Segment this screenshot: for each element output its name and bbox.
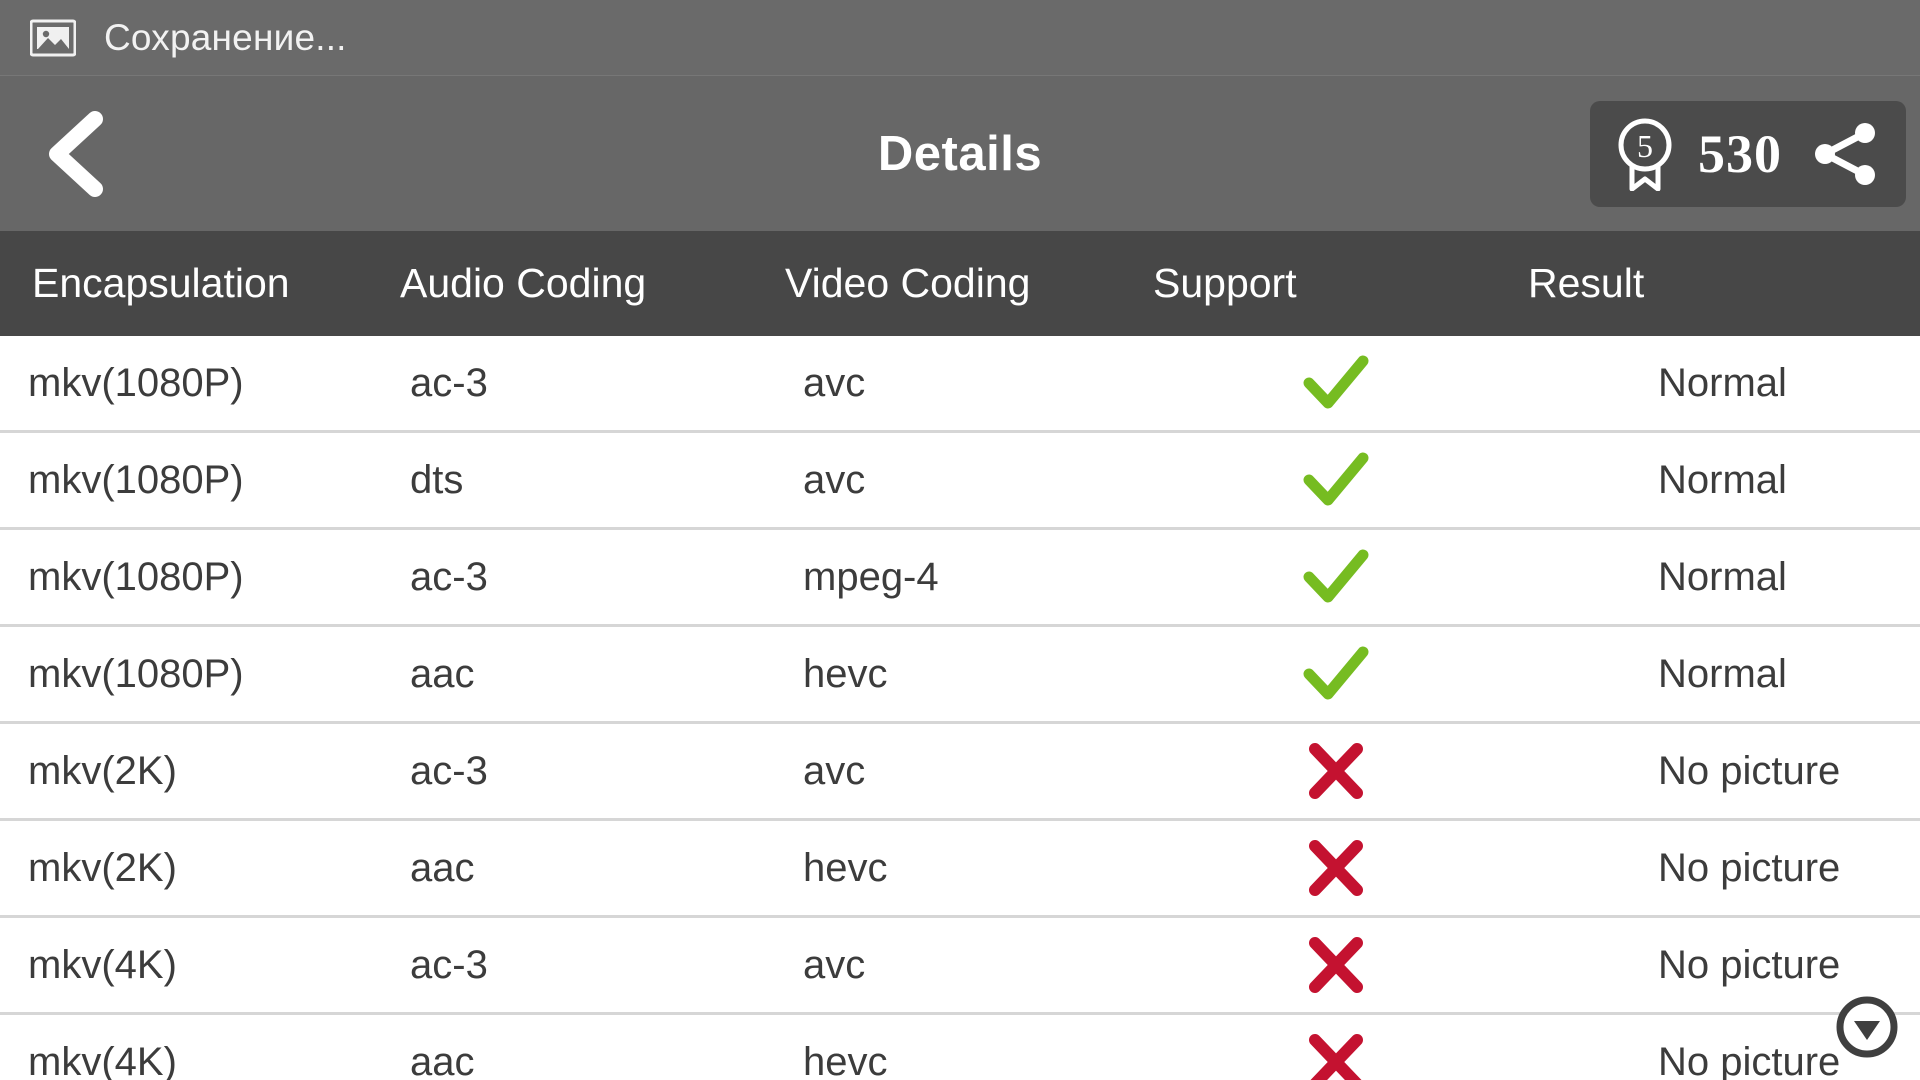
cell-support: [1153, 353, 1528, 413]
cell-support: [1153, 1032, 1528, 1080]
cell-result: No picture: [1528, 749, 1920, 794]
table-row[interactable]: mkv(2K)aachevc No picture: [0, 821, 1920, 918]
cell-result: Normal: [1528, 458, 1920, 503]
cell-video-coding: avc: [785, 749, 1153, 794]
cell-encapsulation: mkv(1080P): [0, 361, 400, 406]
svg-text:5: 5: [1637, 128, 1653, 164]
table-row[interactable]: mkv(4K)ac-3avc No picture: [0, 918, 1920, 1015]
cell-audio-coding: ac-3: [400, 361, 785, 406]
cell-audio-coding: aac: [400, 846, 785, 891]
check-icon: [1303, 353, 1369, 413]
image-icon: [30, 18, 76, 58]
table-row[interactable]: mkv(2K)ac-3avc No picture: [0, 724, 1920, 821]
check-icon: [1303, 450, 1369, 510]
cell-video-coding: avc: [785, 943, 1153, 988]
column-header-audio-coding: Audio Coding: [400, 260, 785, 307]
back-button[interactable]: [28, 106, 118, 202]
status-bar-text: Сохранение...: [104, 17, 347, 59]
cell-support: [1153, 644, 1528, 704]
table-header-row: Encapsulation Audio Coding Video Coding …: [0, 231, 1920, 336]
chevron-left-icon: [37, 109, 109, 199]
column-header-encapsulation: Encapsulation: [0, 260, 400, 307]
cell-result: Normal: [1528, 652, 1920, 697]
cell-video-coding: hevc: [785, 1040, 1153, 1080]
scroll-down-button[interactable]: [1836, 996, 1898, 1058]
table-body: mkv(1080P)ac-3avcNormalmkv(1080P)dtsavcN…: [0, 336, 1920, 1080]
cell-support: [1153, 741, 1528, 801]
table-row[interactable]: mkv(4K)aachevcNo picture: [0, 1015, 1920, 1080]
table-row[interactable]: mkv(1080P)ac-3mpeg-4 Normal: [0, 530, 1920, 627]
table-row[interactable]: mkv(1080P)aachevc Normal: [0, 627, 1920, 724]
award-ribbon-icon: 5: [1614, 117, 1676, 191]
cell-encapsulation: mkv(1080P): [0, 458, 400, 503]
status-bar: Сохранение...: [0, 0, 1920, 76]
score-panel[interactable]: 5 530: [1590, 101, 1906, 207]
cell-encapsulation: mkv(1080P): [0, 555, 400, 600]
score-value: 530: [1698, 123, 1782, 185]
cell-audio-coding: ac-3: [400, 555, 785, 600]
cell-video-coding: avc: [785, 458, 1153, 503]
cell-support: [1153, 935, 1528, 995]
table-row[interactable]: mkv(1080P)dtsavc Normal: [0, 433, 1920, 530]
cell-audio-coding: ac-3: [400, 749, 785, 794]
column-header-video-coding: Video Coding: [785, 260, 1153, 307]
cell-video-coding: hevc: [785, 846, 1153, 891]
cell-encapsulation: mkv(4K): [0, 943, 400, 988]
cell-encapsulation: mkv(4K): [0, 1040, 400, 1080]
action-bar: Details 5 530: [0, 76, 1920, 231]
cross-icon: [1303, 838, 1369, 898]
cross-icon: [1303, 1032, 1369, 1080]
cell-audio-coding: ac-3: [400, 943, 785, 988]
chevron-down-circle-icon: [1836, 996, 1898, 1058]
cell-video-coding: hevc: [785, 652, 1153, 697]
cross-icon: [1303, 935, 1369, 995]
details-screen: Сохранение... Details 5 530: [0, 0, 1920, 1080]
cell-video-coding: avc: [785, 361, 1153, 406]
cell-result: Normal: [1528, 555, 1920, 600]
cell-result: No picture: [1528, 846, 1920, 891]
cell-support: [1153, 838, 1528, 898]
check-icon: [1303, 547, 1369, 607]
cell-audio-coding: aac: [400, 652, 785, 697]
table-row[interactable]: mkv(1080P)ac-3avc Normal: [0, 336, 1920, 433]
cell-video-coding: mpeg-4: [785, 555, 1153, 600]
share-icon[interactable]: [1804, 122, 1880, 186]
cell-support: [1153, 450, 1528, 510]
cell-encapsulation: mkv(1080P): [0, 652, 400, 697]
cell-audio-coding: dts: [400, 458, 785, 503]
cell-audio-coding: aac: [400, 1040, 785, 1080]
cell-support: [1153, 547, 1528, 607]
cell-encapsulation: mkv(2K): [0, 749, 400, 794]
cell-result: No picture: [1528, 943, 1920, 988]
cell-result: Normal: [1528, 361, 1920, 406]
column-header-support: Support: [1153, 260, 1528, 307]
check-icon: [1303, 644, 1369, 704]
cell-encapsulation: mkv(2K): [0, 846, 400, 891]
column-header-result: Result: [1528, 260, 1920, 307]
cross-icon: [1303, 741, 1369, 801]
